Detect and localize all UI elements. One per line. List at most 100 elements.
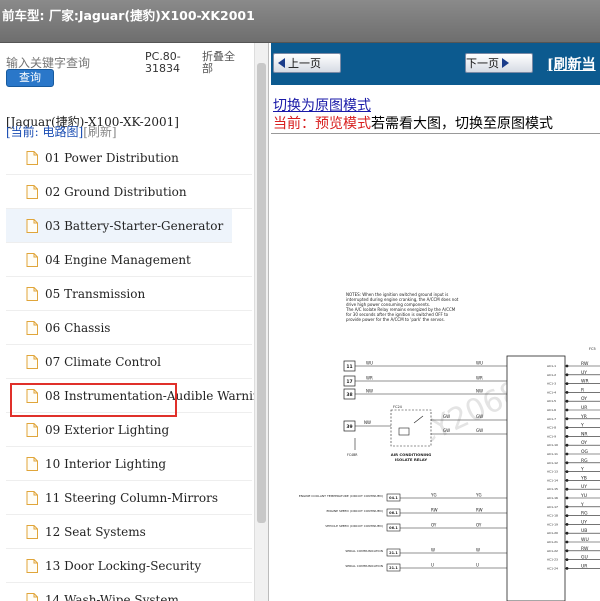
- pin-color-label: Y: [580, 502, 584, 508]
- tree-item[interactable]: 01 Power Distribution: [6, 141, 252, 175]
- wire-color-label: NW: [366, 389, 373, 394]
- tree-item[interactable]: 03 Battery-Starter-Generator: [6, 209, 232, 243]
- tree-item[interactable]: 04 Engine Management: [6, 243, 252, 277]
- tree-item[interactable]: 13 Door Locking-Security: [6, 549, 252, 583]
- pin-dot: [565, 461, 569, 465]
- pin-id: AC1-22: [547, 549, 558, 553]
- signal-ref: 21.1: [389, 551, 398, 555]
- pin-color-label: NR: [581, 431, 588, 437]
- next-page-button[interactable]: 下一页: [465, 53, 533, 73]
- tree-item-label: 07 Climate Control: [45, 354, 161, 369]
- mode-switch-link[interactable]: 切换为原图模式: [273, 95, 371, 115]
- tree-item[interactable]: 02 Ground Distribution: [6, 175, 252, 209]
- pin-dot: [565, 391, 569, 394]
- viewer-panel: 上一页 下一页 [刷新当 切换为原图模式 当前：预览模式若需看大图，切换至原图模…: [271, 43, 600, 601]
- pin-id: AC1-1: [547, 364, 556, 368]
- pin-dot: [565, 408, 569, 412]
- pin-id: AC1-15: [547, 487, 558, 491]
- tree-item-label: 12 Seat Systems: [45, 524, 146, 539]
- current-indicator: [当前: 电路图][刷新]: [6, 123, 117, 140]
- tree-item[interactable]: 14 Wash-Wipe System: [6, 583, 252, 601]
- wire-color-label: WU: [476, 361, 483, 366]
- tree-scrollbar[interactable]: [254, 43, 268, 601]
- fuse-id: FC4BR: [347, 453, 358, 457]
- tree-item-label: 13 Door Locking-Security: [45, 558, 202, 573]
- document-icon: [26, 218, 38, 233]
- wiring-diagram[interactable]: CY2068NOTES: When the ignition switched …: [271, 138, 600, 601]
- circuit-number: 17: [346, 379, 352, 385]
- tree-item-label: 06 Chassis: [45, 320, 111, 335]
- tree-item[interactable]: 05 Transmission: [6, 277, 252, 311]
- pin-color-label: WU: [581, 537, 589, 543]
- pin-color-label: WR: [581, 379, 589, 385]
- pin-id: AC1-14: [547, 478, 558, 482]
- document-icon: [26, 286, 38, 301]
- pin-id: AC1-11: [547, 452, 558, 456]
- tree-item[interactable]: 09 Exterior Lighting: [6, 413, 252, 447]
- tree-item[interactable]: 06 Chassis: [6, 311, 252, 345]
- tree-item[interactable]: 11 Steering Column-Mirrors: [6, 481, 252, 515]
- document-icon: [26, 422, 38, 437]
- tree-item[interactable]: 12 Seat Systems: [6, 515, 252, 549]
- mode-status: 当前：预览模式若需看大图，切换至原图模式: [273, 113, 553, 133]
- pin-id: AC1-17: [547, 505, 558, 509]
- pin-id: AC1-20: [547, 531, 558, 535]
- signal-label: SERIAL COMMUNICATION: [345, 549, 383, 553]
- wire-color-label: YG: [475, 493, 482, 498]
- tree-item-label: 10 Interior Lighting: [45, 456, 167, 471]
- tree-item[interactable]: 10 Interior Lighting: [6, 447, 252, 481]
- pin-color-label: UY: [581, 370, 587, 376]
- circuit-number: 39: [346, 424, 352, 430]
- pin-color-label: Y: [580, 423, 584, 429]
- tree-item[interactable]: 07 Climate Control: [6, 345, 252, 379]
- pin-color-label: UY: [581, 484, 587, 490]
- tree-scroll-thumb[interactable]: [257, 63, 266, 523]
- document-icon: [26, 456, 38, 471]
- pin-id: AC1-6: [547, 408, 556, 412]
- arrow-right-icon: [502, 58, 509, 68]
- next-page-label: 下一页: [466, 57, 499, 70]
- pin-color-label: RG: [581, 458, 588, 464]
- relay-label: ISOLATE RELAY: [395, 457, 427, 462]
- pin-color-label: RG: [581, 511, 588, 517]
- pin-id: AC1-12: [547, 461, 558, 465]
- tree-refresh-link[interactable]: [刷新]: [83, 125, 116, 139]
- document-icon: [26, 184, 38, 199]
- search-button[interactable]: 查询: [6, 69, 54, 87]
- pin-dot: [565, 505, 569, 509]
- document-icon: [26, 320, 38, 335]
- pin-color-label: RW: [581, 546, 589, 552]
- wire-color-label: NW: [364, 420, 371, 425]
- pin-dot: [565, 452, 569, 456]
- wire-color-label: WR: [476, 376, 483, 381]
- wire-color-label: OY: [431, 523, 437, 528]
- left-panel: 查询 PC.80-31834 折叠全部 [Jaguar(捷豹)-X100-XK-…: [0, 43, 269, 601]
- pin-id: AC1-4: [547, 390, 556, 394]
- pin-color-label: UY: [581, 519, 587, 525]
- pin-dot: [565, 417, 569, 421]
- collapse-all-link[interactable]: 折叠全部: [202, 51, 244, 75]
- pin-dot: [565, 435, 569, 438]
- pin-id: AC1-18: [547, 514, 558, 518]
- tree-item[interactable]: 08 Instrumentation-Audible Warnings: [6, 379, 268, 413]
- signal-label: SERIAL COMMUNICATION: [345, 564, 383, 568]
- pin-dot: [565, 426, 569, 429]
- current-section-label: [当前: 电路图]: [6, 125, 84, 139]
- pin-dot: [565, 487, 569, 491]
- document-icon: [26, 354, 38, 369]
- wire-color-label: OY: [476, 523, 482, 528]
- viewer-refresh-link[interactable]: [刷新当: [547, 54, 596, 74]
- arrow-left-icon: [278, 58, 285, 68]
- wire-color-label: GW: [476, 428, 483, 433]
- pin-id: AC1-23: [547, 558, 558, 562]
- pin-id: AC1-13: [547, 470, 558, 474]
- tree-item-label: 05 Transmission: [45, 286, 146, 301]
- tree-item-label: 03 Battery-Starter-Generator: [45, 218, 224, 233]
- prev-page-label: 上一页: [288, 57, 321, 70]
- pin-id: AC1-16: [547, 496, 558, 500]
- prev-page-button[interactable]: 上一页: [273, 53, 341, 73]
- pin-color-label: UR: [581, 405, 587, 411]
- window-title: 前车型: 厂家:Jaguar(捷豹)X100-XK2001: [2, 8, 255, 23]
- pin-color-label: YR: [580, 414, 587, 420]
- relay-box: [390, 409, 432, 447]
